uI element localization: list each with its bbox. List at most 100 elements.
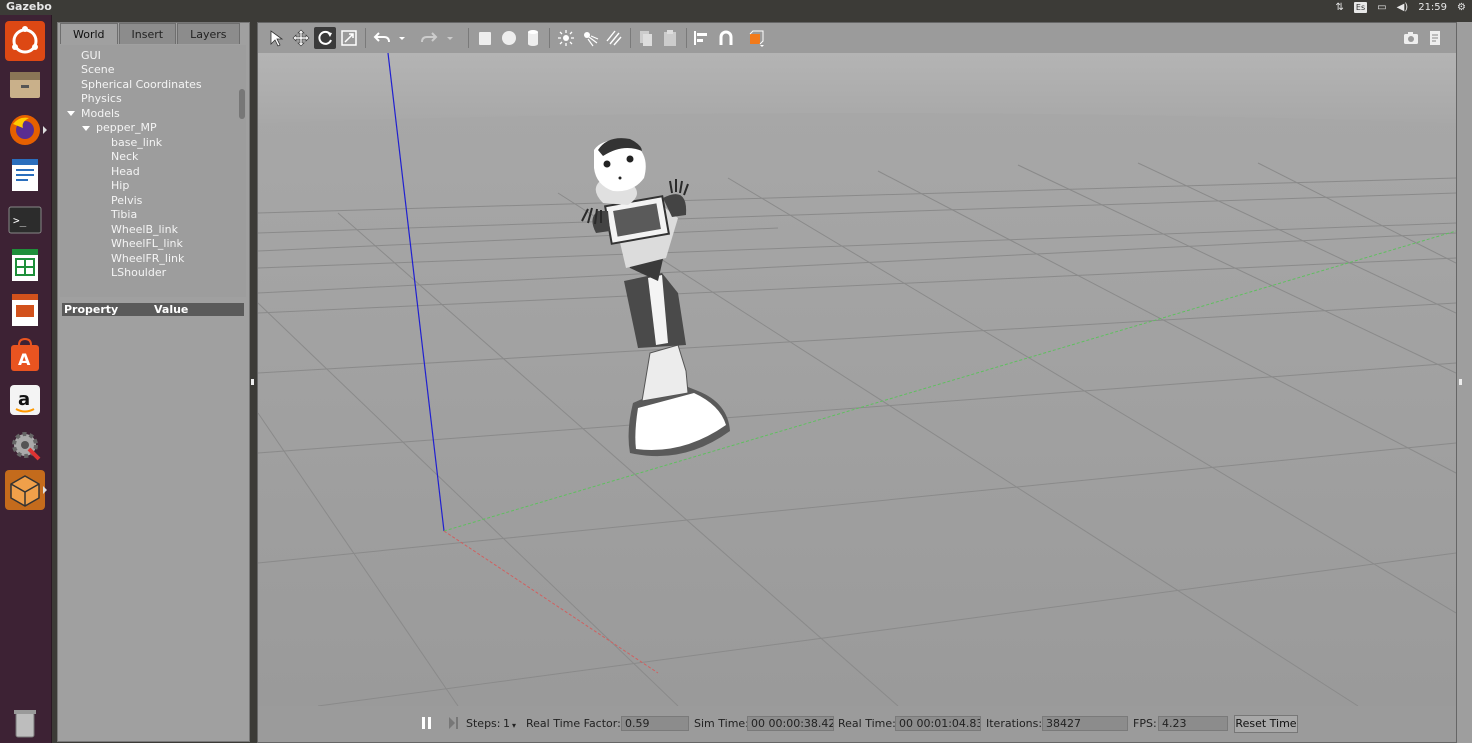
- volume-icon[interactable]: ◀): [1397, 2, 1409, 13]
- expand-arrow-icon[interactable]: [67, 111, 75, 116]
- tab-world[interactable]: World: [60, 23, 118, 44]
- system-tray: ⇅ Es ▭ ◀) 21:59 ⚙: [1336, 0, 1466, 15]
- right-splitter-handle[interactable]: [1459, 379, 1462, 385]
- tree-item-physics[interactable]: Physics: [81, 92, 122, 106]
- left-splitter-handle[interactable]: [251, 379, 254, 385]
- keyboard-layout-indicator[interactable]: Es: [1353, 2, 1368, 13]
- ground-plane: [258, 113, 1456, 706]
- copy-icon[interactable]: [635, 27, 657, 49]
- files-icon[interactable]: [5, 65, 45, 105]
- directional-light-icon[interactable]: [603, 27, 625, 49]
- scene-render: [258, 53, 1456, 706]
- battery-icon[interactable]: ▭: [1377, 2, 1386, 13]
- steps-value[interactable]: 1: [503, 717, 510, 731]
- 3d-viewport[interactable]: [258, 53, 1456, 706]
- tab-insert[interactable]: Insert: [118, 23, 177, 44]
- paste-icon[interactable]: [659, 27, 681, 49]
- world-tree: GUI Scene Spherical Coordinates Physics …: [60, 45, 246, 297]
- world-panel: World Insert Layers GUI Scene Spherical …: [57, 22, 250, 742]
- launcher: >_ A a: [0, 15, 52, 743]
- system-settings-icon[interactable]: [5, 425, 45, 465]
- tree-item-link[interactable]: Pelvis: [111, 194, 142, 208]
- cylinder-shape-icon[interactable]: [522, 27, 544, 49]
- tree-item-link[interactable]: Tibia: [111, 208, 137, 222]
- top-panel: Gazebo ⇅ Es ▭ ◀) 21:59 ⚙: [0, 0, 1472, 15]
- spot-light-icon[interactable]: [579, 27, 601, 49]
- expand-arrow-icon[interactable]: [82, 126, 90, 131]
- scale-mode-icon[interactable]: [338, 27, 360, 49]
- tree-item-models[interactable]: Models: [81, 107, 120, 121]
- libreoffice-writer-icon[interactable]: [5, 155, 45, 195]
- firefox-icon[interactable]: [5, 110, 47, 150]
- translate-mode-icon[interactable]: [290, 27, 312, 49]
- trash-icon[interactable]: [5, 703, 45, 743]
- tree-item-link[interactable]: Neck: [111, 150, 138, 164]
- box-shape-icon[interactable]: [474, 27, 496, 49]
- sim-time-field: 00 00:00:38.427: [747, 716, 834, 731]
- tree-item-link[interactable]: WheelFR_link: [111, 252, 184, 266]
- network-icon[interactable]: ⇅: [1336, 2, 1344, 13]
- svg-text:A: A: [18, 350, 31, 369]
- tree-item-model[interactable]: pepper_MP: [96, 121, 157, 135]
- real-time-label: Real Time:: [838, 717, 896, 730]
- undo-icon[interactable]: [371, 27, 393, 49]
- tree-scrollbar[interactable]: [239, 89, 245, 119]
- amazon-icon[interactable]: a: [5, 380, 45, 420]
- snap-icon[interactable]: [715, 27, 737, 49]
- scene-window: Steps: 1 ▾ Real Time Factor: 0.59 Sim Ti…: [257, 22, 1457, 743]
- real-time-field: 00 00:01:04.832: [895, 716, 981, 731]
- settings-gear-icon[interactable]: ⚙: [1457, 2, 1466, 13]
- real-time-factor-label: Real Time Factor:: [526, 717, 621, 730]
- tree-item-link[interactable]: WheelFL_link: [111, 237, 183, 251]
- change-view-angle-icon[interactable]: [745, 27, 767, 49]
- redo-history-dropdown-icon[interactable]: [444, 27, 456, 49]
- robot-eye: [626, 155, 634, 163]
- align-icon[interactable]: [691, 27, 713, 49]
- tree-item-scene[interactable]: Scene: [81, 63, 115, 77]
- software-center-icon[interactable]: A: [5, 335, 45, 375]
- fps-field: 4.23: [1158, 716, 1228, 731]
- libreoffice-impress-icon[interactable]: [5, 290, 45, 330]
- property-table-header: Property Value: [62, 303, 244, 316]
- iterations-field: 38427: [1042, 716, 1128, 731]
- right-panel-collapsed: [1457, 22, 1472, 743]
- step-button[interactable]: [447, 715, 461, 735]
- window-title: Gazebo: [6, 0, 52, 13]
- select-mode-icon[interactable]: [266, 27, 288, 49]
- main-toolbar: [258, 23, 1456, 53]
- tab-layers[interactable]: Layers: [177, 23, 240, 44]
- gazebo-icon[interactable]: [5, 470, 47, 510]
- tree-item-gui[interactable]: GUI: [81, 49, 101, 63]
- fps-label: FPS:: [1133, 717, 1157, 730]
- sphere-shape-icon[interactable]: [498, 27, 520, 49]
- pause-button[interactable]: [420, 715, 434, 735]
- tree-item-link[interactable]: Head: [111, 165, 140, 179]
- clock[interactable]: 21:59: [1418, 2, 1447, 13]
- ubuntu-dash-icon[interactable]: [5, 21, 45, 61]
- panel-tabs: World Insert Layers: [60, 23, 241, 45]
- steps-label: Steps:: [466, 717, 501, 730]
- svg-text:>_: >_: [13, 214, 27, 227]
- rotate-mode-icon[interactable]: [314, 27, 336, 49]
- redo-icon[interactable]: [418, 27, 440, 49]
- real-time-factor-field: 0.59: [621, 716, 689, 731]
- sim-time-label: Sim Time:: [694, 717, 749, 730]
- tree-item-link[interactable]: LShoulder: [111, 266, 166, 280]
- log-data-icon[interactable]: [1424, 27, 1446, 49]
- terminal-icon[interactable]: >_: [5, 200, 45, 240]
- tree-item-spherical-coordinates[interactable]: Spherical Coordinates: [81, 78, 202, 92]
- tree-item-link[interactable]: base_link: [111, 136, 162, 150]
- tree-item-link[interactable]: Hip: [111, 179, 129, 193]
- screenshot-camera-icon[interactable]: [1400, 27, 1422, 49]
- robot-eye: [603, 160, 611, 168]
- iterations-label: Iterations:: [986, 717, 1043, 730]
- steps-dropdown-icon[interactable]: ▾: [512, 719, 516, 733]
- sky-background: [258, 53, 1456, 123]
- tree-item-link[interactable]: WheelB_link: [111, 223, 178, 237]
- svg-text:a: a: [18, 389, 30, 410]
- libreoffice-calc-icon[interactable]: [5, 245, 45, 285]
- simulation-status-bar: Steps: 1 ▾ Real Time Factor: 0.59 Sim Ti…: [258, 706, 1456, 742]
- reset-time-button[interactable]: Reset Time: [1234, 715, 1298, 733]
- point-light-icon[interactable]: [555, 27, 577, 49]
- undo-history-dropdown-icon[interactable]: [396, 27, 408, 49]
